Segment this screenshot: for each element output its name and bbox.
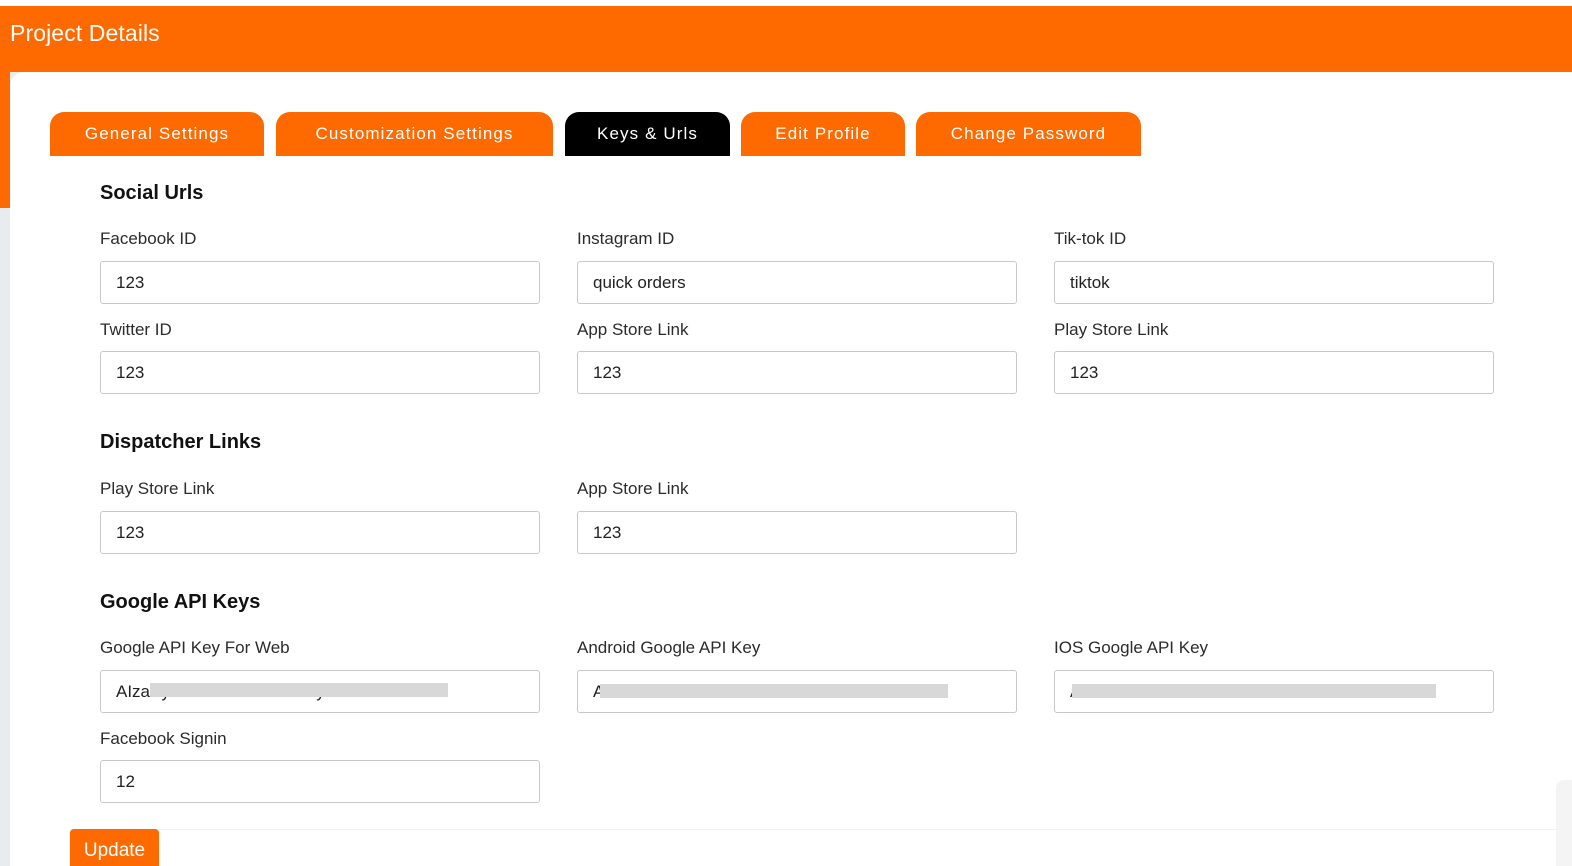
left-accent [0,72,10,208]
dispatcher-app-store-label: App Store Link [577,479,689,498]
google-web-key-input[interactable] [100,670,540,713]
app-store-link-label: App Store Link [577,320,689,339]
dispatcher-play-store-label: Play Store Link [100,479,215,498]
dispatcher-play-store-input[interactable] [100,511,540,554]
twitter-id-input[interactable] [100,351,540,394]
facebook-id-label: Facebook ID [100,229,197,248]
tab-keys-urls[interactable]: Keys & Urls [565,112,730,156]
tiktok-id-label: Tik-tok ID [1054,229,1127,248]
tiktok-id-input[interactable] [1054,261,1494,304]
facebook-signin-input[interactable] [100,760,540,803]
section-title-google-api-keys: Google API Keys [100,591,261,613]
ios-key-label: IOS Google API Key [1054,638,1209,657]
google-web-key-label: Google API Key For Web [100,638,290,657]
facebook-id-input[interactable] [100,261,540,304]
dispatcher-app-store-input[interactable] [577,511,1017,554]
tab-change-password[interactable]: Change Password [916,112,1141,156]
section-title-dispatcher-links: Dispatcher Links [100,431,262,453]
page: Project Details General Settings Customi… [0,0,1572,866]
tab-edit-profile[interactable]: Edit Profile [741,112,905,156]
section-title-social-urls: Social Urls [100,182,204,204]
page-title: Project Details [10,20,160,46]
tab-general-settings[interactable]: General Settings [50,112,264,156]
twitter-id-label: Twitter ID [100,320,172,339]
android-key-input[interactable] [577,670,1017,713]
facebook-signin-label: Facebook Signin [100,729,227,748]
header-bar: Project Details [0,6,1572,72]
play-store-link-input[interactable] [1054,351,1494,394]
play-store-link-label: Play Store Link [1054,320,1169,339]
settings-card: General Settings Customization Settings … [10,72,1572,866]
instagram-id-label: Instagram ID [577,229,675,248]
tab-customization-settings[interactable]: Customization Settings [276,112,553,156]
android-key-label: Android Google API Key [577,638,761,657]
footer-divider [70,829,1570,830]
ios-key-input[interactable] [1054,670,1494,713]
app-store-link-input[interactable] [577,351,1017,394]
instagram-id-input[interactable] [577,261,1017,304]
update-button[interactable]: Update [70,829,159,866]
scrollbar[interactable] [1556,780,1572,866]
